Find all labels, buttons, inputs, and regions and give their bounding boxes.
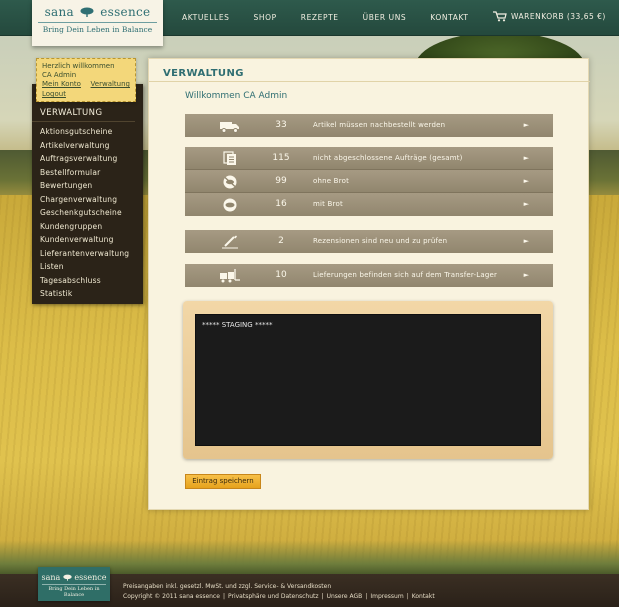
nav-item-shop[interactable]: SHOP bbox=[254, 13, 277, 25]
stat-row-without-bread[interactable]: 99 ohne Brot ► bbox=[185, 170, 553, 193]
bread-icon bbox=[219, 197, 241, 212]
sidebar-item-listen[interactable]: Listen bbox=[32, 260, 143, 274]
stat-count: 115 bbox=[272, 153, 290, 163]
nav-item-rezepte[interactable]: REZEPTE bbox=[301, 13, 339, 25]
main-nav: AKTUELLES SHOP REZEPTE ÜBER UNS KONTAKT bbox=[182, 13, 493, 25]
stat-count: 2 bbox=[278, 236, 284, 246]
footer-copyright: Copyright © 2011 sana essence bbox=[123, 593, 220, 600]
admin-link[interactable]: Verwaltung bbox=[91, 80, 130, 89]
sidebar-item-bewertungen[interactable]: Bewertungen bbox=[32, 179, 143, 193]
stat-label: Rezensionen sind neu und zu prüfen bbox=[313, 237, 448, 245]
arrow-right-icon: ► bbox=[523, 177, 529, 185]
footer-text: Preisangaben inkl. gesetzl. MwSt. und zz… bbox=[123, 582, 435, 602]
sidebar-item-statistik[interactable]: Statistik bbox=[32, 287, 143, 301]
sidebar-item-artikelverwaltung[interactable]: Artikelverwaltung bbox=[32, 139, 143, 153]
arrow-right-icon: ► bbox=[523, 154, 529, 162]
sidebar-item-kundenverwaltung[interactable]: Kundenverwaltung bbox=[32, 233, 143, 247]
arrow-right-icon: ► bbox=[523, 271, 529, 279]
footer-link-kontakt[interactable]: Kontakt bbox=[412, 593, 435, 600]
arrow-right-icon: ► bbox=[523, 121, 529, 129]
admin-dashboard-panel: VERWALTUNG Willkommen CA Admin 33 Artike… bbox=[148, 58, 590, 510]
stat-group-orders: 115 nicht abgeschlossene Aufträge (gesam… bbox=[185, 147, 553, 216]
notes-textarea[interactable]: ***** STAGING ***** bbox=[195, 314, 541, 446]
cart-label: WARENKORB (33,65 €) bbox=[511, 12, 606, 21]
sidebar-item-kundengruppen[interactable]: Kundengruppen bbox=[32, 220, 143, 234]
sidebar-item-aktionsgutscheine[interactable]: Aktionsgutscheine bbox=[32, 125, 143, 139]
footer-link-privacy[interactable]: Privatsphäre und Datenschutz bbox=[228, 593, 319, 600]
footer-link-agb[interactable]: Unsere AGB bbox=[327, 593, 363, 600]
page-title: VERWALTUNG bbox=[163, 68, 244, 79]
footer-brand-right: essence bbox=[74, 573, 107, 582]
nav-item-aktuelles[interactable]: AKTUELLES bbox=[182, 13, 230, 25]
sidebar-item-tagesabschluss[interactable]: Tagesabschluss bbox=[32, 274, 143, 288]
footer-separator: | bbox=[321, 593, 324, 600]
stat-row-with-bread[interactable]: 16 mit Brot ► bbox=[185, 193, 553, 216]
title-divider bbox=[149, 81, 590, 82]
footer-wordmark: sana essence bbox=[38, 567, 110, 582]
footer-separator: | bbox=[365, 593, 368, 600]
stat-count: 33 bbox=[275, 120, 287, 130]
welcome-username: CA Admin bbox=[42, 71, 77, 79]
footer-tagline: Bring Dein Leben in Balance bbox=[42, 584, 106, 598]
sidebar-item-geschenkgutscheine[interactable]: Geschenkgutscheine bbox=[32, 206, 143, 220]
documents-icon bbox=[219, 151, 241, 166]
sidebar-title: VERWALTUNG bbox=[32, 108, 135, 122]
footer-separator: | bbox=[222, 593, 225, 600]
footer-links-row: Copyright © 2011 sana essence | Privatsphä… bbox=[123, 592, 435, 602]
save-entry-button[interactable]: Eintrag speichern bbox=[185, 474, 261, 489]
pen-icon bbox=[219, 234, 241, 249]
tree-logo-icon bbox=[80, 7, 94, 17]
footer-brand-left: sana bbox=[41, 573, 61, 582]
stat-label: Artikel müssen nachbestellt werden bbox=[313, 121, 446, 129]
my-account-link[interactable]: Mein Konto bbox=[42, 80, 81, 89]
stat-label: ohne Brot bbox=[313, 177, 350, 185]
footer-price-note: Preisangaben inkl. gesetzl. MwSt. und zz… bbox=[123, 583, 332, 590]
shopping-cart-icon bbox=[493, 11, 507, 22]
sidebar-item-auftragsverwaltung[interactable]: Auftragsverwaltung bbox=[32, 152, 143, 166]
arrow-right-icon: ► bbox=[523, 237, 529, 245]
stat-count: 99 bbox=[275, 176, 287, 186]
stat-count: 16 bbox=[275, 199, 287, 209]
logo-brand-left: sana bbox=[44, 5, 74, 19]
tree-logo-icon bbox=[63, 574, 72, 581]
logo-tagline: Bring Dein Leben in Balance bbox=[38, 22, 157, 34]
sidebar-item-chargenverwaltung[interactable]: Chargenverwaltung bbox=[32, 193, 143, 207]
stat-count: 10 bbox=[275, 270, 287, 280]
sidebar-item-lieferantenverwaltung[interactable]: Lieferantenverwaltung bbox=[32, 247, 143, 261]
stat-label: Lieferungen befinden sich auf dem Transf… bbox=[313, 271, 498, 279]
admin-sidebar: VERWALTUNG Aktionsgutscheine Artikelverw… bbox=[32, 84, 143, 304]
truck-icon bbox=[219, 118, 241, 133]
nav-item-ueber-uns[interactable]: ÜBER UNS bbox=[363, 13, 407, 25]
blackboard-frame: ***** STAGING ***** bbox=[183, 301, 553, 459]
cart-link[interactable]: WARENKORB (33,65 €) bbox=[493, 11, 606, 22]
stat-row-reorder[interactable]: 33 Artikel müssen nachbestellt werden ► bbox=[185, 114, 553, 137]
welcome-greeting: Herzlich willkommen bbox=[42, 62, 115, 70]
stat-row-transfer[interactable]: 10 Lieferungen befinden sich auf dem Tra… bbox=[185, 264, 553, 287]
stat-label: nicht abgeschlossene Aufträge (gesamt) bbox=[313, 154, 463, 162]
stat-label: mit Brot bbox=[313, 200, 343, 208]
stat-group-stock: 33 Artikel müssen nachbestellt werden ► bbox=[185, 114, 553, 137]
site-logo[interactable]: sana essence Bring Dein Leben in Balance bbox=[32, 0, 163, 46]
forklift-icon bbox=[219, 268, 241, 283]
stat-row-reviews[interactable]: 2 Rezensionen sind neu und zu prüfen ► bbox=[185, 230, 553, 253]
welcome-heading: Willkommen CA Admin bbox=[185, 91, 288, 101]
sidebar-item-bestellformular[interactable]: Bestellformular bbox=[32, 166, 143, 180]
stat-group-reviews: 2 Rezensionen sind neu und zu prüfen ► bbox=[185, 230, 553, 253]
footer-logo[interactable]: sana essence Bring Dein Leben in Balance bbox=[38, 567, 110, 601]
stat-group-deliveries: 10 Lieferungen befinden sich auf dem Tra… bbox=[185, 264, 553, 287]
nav-item-kontakt[interactable]: KONTAKT bbox=[430, 13, 468, 25]
stat-row-open-orders[interactable]: 115 nicht abgeschlossene Aufträge (gesam… bbox=[185, 147, 553, 170]
user-welcome-box: Herzlich willkommen CA Admin Mein Konto … bbox=[36, 58, 136, 102]
no-bread-icon bbox=[219, 174, 241, 189]
logo-brand-right: essence bbox=[100, 5, 151, 19]
footer-separator: | bbox=[406, 593, 409, 600]
logout-link[interactable]: Logout bbox=[42, 90, 66, 98]
logo-wordmark: sana essence bbox=[32, 0, 163, 19]
footer-link-impressum[interactable]: Impressum bbox=[370, 593, 403, 600]
arrow-right-icon: ► bbox=[523, 200, 529, 208]
